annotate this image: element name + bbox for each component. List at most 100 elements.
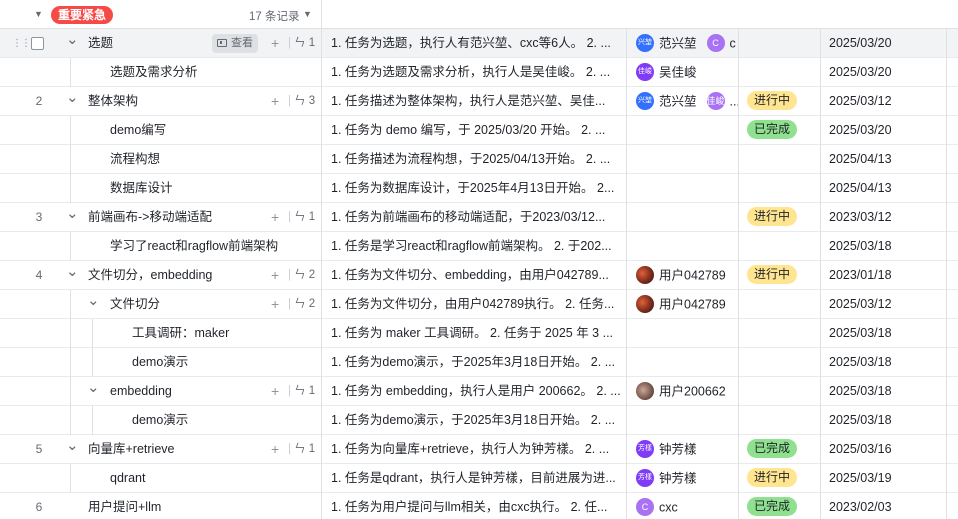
table-row[interactable]: 6 用户提问+llm 1. 任务为用户提问与llm相关，由cxc执行。 2. 任..…	[0, 493, 958, 519]
task-name-cell[interactable]: ⌄ 文件切分，embedding + | ㄣ 2	[0, 261, 321, 290]
task-description[interactable]: 1. 任务为前端画布的移动端适配，于2023/03/12...	[321, 203, 626, 232]
owner-cell[interactable]	[626, 145, 738, 174]
extra-column-cell[interactable]	[946, 261, 958, 290]
date-cell[interactable]: 2025/04/13	[820, 145, 946, 174]
status-cell[interactable]	[738, 174, 820, 203]
task-name-cell[interactable]: ⌄ 向量库+retrieve + | ㄣ 1	[0, 435, 321, 464]
status-cell[interactable]: 进行中	[738, 87, 820, 116]
extra-column-cell[interactable]	[946, 435, 958, 464]
task-name-cell[interactable]: ⌄ 整体架构 + | ㄣ 3	[0, 87, 321, 116]
date-cell[interactable]: 2023/02/03	[820, 493, 946, 519]
extra-column-cell[interactable]	[946, 29, 958, 58]
task-name-cell[interactable]: 工具调研：maker	[0, 319, 321, 348]
status-cell[interactable]	[738, 29, 820, 58]
date-cell[interactable]: 2025/04/13	[820, 174, 946, 203]
extra-column-cell[interactable]	[946, 464, 958, 493]
task-name-cell[interactable]: demo演示	[0, 348, 321, 377]
expand-chevron-icon[interactable]: ⌄	[66, 203, 79, 228]
group-collapse-caret-icon[interactable]: ▼	[34, 9, 43, 19]
task-name-cell[interactable]: qdrant	[0, 464, 321, 493]
task-name-cell[interactable]: demo编写	[0, 116, 321, 145]
task-name-cell[interactable]: ⌄ 前端画布->移动端适配 + | ㄣ 1	[0, 203, 321, 232]
extra-column-cell[interactable]	[946, 145, 958, 174]
date-cell[interactable]: 2025/03/12	[820, 290, 946, 319]
owner-cell[interactable]: 兴堃范兴堃佳峻...	[626, 87, 738, 116]
task-name-cell[interactable]: ⌄ 选题 查看 + | ㄣ 1	[0, 29, 321, 58]
date-cell[interactable]: 2025/03/20	[820, 116, 946, 145]
task-description[interactable]: 1. 任务为文件切分，由用户042789执行。 2. 任务...	[321, 290, 626, 319]
extra-column-cell[interactable]	[946, 203, 958, 232]
status-cell[interactable]: 已完成	[738, 493, 820, 519]
extra-column-cell[interactable]	[946, 493, 958, 519]
table-row[interactable]: demo编写 1. 任务为 demo 编写，于 2025/03/20 开始。 2.…	[0, 116, 958, 145]
owner-cell[interactable]	[626, 174, 738, 203]
table-row[interactable]: demo演示 1. 任务为demo演示，于2025年3月18日开始。 2. ...…	[0, 406, 958, 435]
owner-cell[interactable]: 用户042789	[626, 261, 738, 290]
table-row[interactable]: qdrant 1. 任务是qdrant，执行人是钟芳樣，目前进展为进... 芳樣 钟芳…	[0, 464, 958, 493]
owner-cell[interactable]	[626, 203, 738, 232]
subtask-count[interactable]: | ㄣ 2	[288, 290, 315, 318]
owner-cell[interactable]: 用户200662	[626, 377, 738, 406]
date-cell[interactable]: 2025/03/18	[820, 406, 946, 435]
status-cell[interactable]	[738, 348, 820, 377]
extra-column-cell[interactable]	[946, 232, 958, 261]
view-record-button[interactable]: 查看	[212, 34, 258, 53]
date-cell[interactable]: 2025/03/19	[820, 464, 946, 493]
task-name-cell[interactable]: 数据库设计	[0, 174, 321, 203]
subtask-count[interactable]: | ㄣ 3	[288, 87, 315, 115]
extra-column-cell[interactable]	[946, 406, 958, 435]
table-row[interactable]: 数据库设计 1. 任务为数据库设计，于2025年4月13日开始。 2... 2025…	[0, 174, 958, 203]
table-row[interactable]: 3 ⌄ 前端画布->移动端适配 + | ㄣ 1 1. 任务为前端画布的移动端适配，于2023…	[0, 203, 958, 232]
table-row[interactable]: 流程构想 1. 任务描述为流程构想，于2025/04/13开始。 2. ... 20…	[0, 145, 958, 174]
task-description[interactable]: 1. 任务为 embedding，执行人是用户 200662。 2. ...	[321, 377, 626, 406]
add-subtask-icon[interactable]: +	[271, 87, 279, 115]
subtask-count[interactable]: | ㄣ 2	[288, 261, 315, 289]
table-row[interactable]: 学习了react和ragflow前端架构 1. 任务是学习react和ragflo…	[0, 232, 958, 261]
add-subtask-icon[interactable]: +	[271, 261, 279, 289]
subtask-count[interactable]: | ㄣ 1	[288, 29, 315, 57]
subtask-count[interactable]: | ㄣ 1	[288, 435, 315, 463]
table-row[interactable]: 2 ⌄ 整体架构 + | ㄣ 3 1. 任务描述为整体架构，执行人是范兴堃、吴佳... 兴堃范…	[0, 87, 958, 116]
task-description[interactable]: 1. 任务为选题，执行人有范兴堃、cxc等6人。 2. ...	[321, 29, 626, 58]
task-description[interactable]: 1. 任务为 demo 编写，于 2025/03/20 开始。 2. ...	[321, 116, 626, 145]
extra-column-cell[interactable]	[946, 348, 958, 377]
status-cell[interactable]: 进行中	[738, 203, 820, 232]
table-row[interactable]: ⌄ 文件切分 + | ㄣ 2 1. 任务为文件切分，由用户042789执行。 2. 任务.…	[0, 290, 958, 319]
task-description[interactable]: 1. 任务为选题及需求分析，执行人是吴佳峻。 2. ...	[321, 58, 626, 87]
task-description[interactable]: 1. 任务是qdrant，执行人是钟芳樣，目前进展为进...	[321, 464, 626, 493]
task-description[interactable]: 1. 任务为demo演示，于2025年3月18日开始。 2. ...	[321, 406, 626, 435]
task-description[interactable]: 1. 任务描述为流程构想，于2025/04/13开始。 2. ...	[321, 145, 626, 174]
task-name-cell[interactable]: 流程构想	[0, 145, 321, 174]
extra-column-cell[interactable]	[946, 116, 958, 145]
task-name-cell[interactable]: ⌄ embedding + | ㄣ 1	[0, 377, 321, 406]
owner-cell[interactable]: 佳峻 吴佳峻	[626, 58, 738, 87]
extra-column-cell[interactable]	[946, 290, 958, 319]
expand-chevron-icon[interactable]: ⌄	[66, 87, 79, 112]
owner-cell[interactable]	[626, 406, 738, 435]
owner-cell[interactable]: Ccxc	[626, 493, 738, 519]
add-subtask-icon[interactable]: +	[271, 435, 279, 463]
task-name-cell[interactable]: 选题及需求分析	[0, 58, 321, 87]
task-name-cell[interactable]: demo演示	[0, 406, 321, 435]
task-description[interactable]: 1. 任务是学习react和ragflow前端架构。 2. 于202...	[321, 232, 626, 261]
status-cell[interactable]	[738, 290, 820, 319]
add-subtask-icon[interactable]: +	[271, 29, 279, 57]
status-cell[interactable]: 已完成	[738, 116, 820, 145]
task-description[interactable]: 1. 任务为数据库设计，于2025年4月13日开始。 2...	[321, 174, 626, 203]
owner-cell[interactable]: 芳樣 钟芳樣	[626, 435, 738, 464]
expand-chevron-icon[interactable]: ⌄	[66, 29, 79, 54]
status-cell[interactable]: 进行中	[738, 464, 820, 493]
date-cell[interactable]: 2025/03/16	[820, 435, 946, 464]
table-row[interactable]: 5 ⌄ 向量库+retrieve + | ㄣ 1 1. 任务为向量库+retrieve，执行…	[0, 435, 958, 464]
task-description[interactable]: 1. 任务为文件切分、embedding，由用户042789...	[321, 261, 626, 290]
task-name-cell[interactable]: 用户提问+llm	[0, 493, 321, 519]
owner-cell[interactable]	[626, 116, 738, 145]
task-description[interactable]: 1. 任务描述为整体架构，执行人是范兴堃、吴佳...	[321, 87, 626, 116]
add-subtask-icon[interactable]: +	[271, 377, 279, 405]
add-subtask-icon[interactable]: +	[271, 203, 279, 231]
status-cell[interactable]	[738, 406, 820, 435]
task-name-cell[interactable]: ⌄ 文件切分 + | ㄣ 2	[0, 290, 321, 319]
date-cell[interactable]: 2023/01/18	[820, 261, 946, 290]
date-cell[interactable]: 2025/03/18	[820, 319, 946, 348]
owner-cell[interactable]	[626, 319, 738, 348]
